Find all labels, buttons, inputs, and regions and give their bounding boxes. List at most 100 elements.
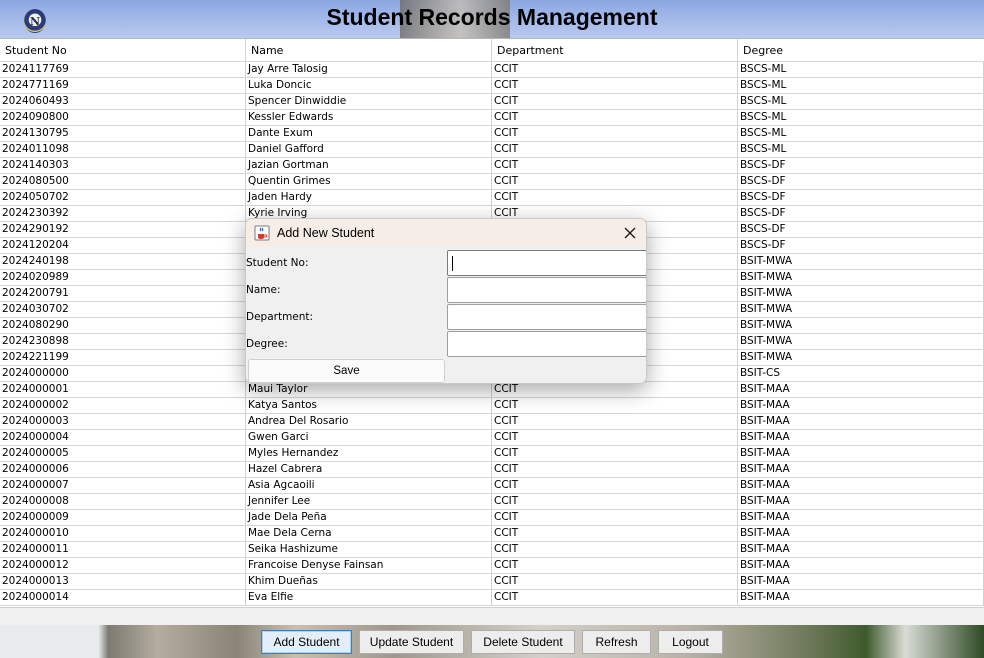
name-cell[interactable]: Daniel Gafford: [246, 142, 492, 157]
name-cell[interactable]: Asia Agcaoili: [246, 478, 492, 493]
name-cell[interactable]: Francoise Denyse Fainsan: [246, 558, 492, 573]
student-no-cell[interactable]: 2024771169: [0, 78, 246, 93]
student-no-cell[interactable]: 2024000009: [0, 510, 246, 525]
column-header-department[interactable]: Department: [492, 39, 738, 62]
name-cell[interactable]: Andrea Del Rosario: [246, 414, 492, 429]
department-cell[interactable]: CCIT: [492, 558, 738, 573]
table-row[interactable]: 2024011098 Daniel Gafford CCIT BSCS-ML: [0, 142, 984, 158]
table-row[interactable]: 2024000005 Myles Hernandez CCIT BSIT-MAA: [0, 446, 984, 462]
table-row[interactable]: 2024090800 Kessler Edwards CCIT BSCS-ML: [0, 110, 984, 126]
table-row[interactable]: 2024000001 Maui Taylor CCIT BSIT-MAA: [0, 382, 984, 398]
student-no-cell[interactable]: 2024090800: [0, 110, 246, 125]
degree-cell[interactable]: BSCS-DF: [738, 158, 984, 173]
name-cell[interactable]: Khim Dueñas: [246, 574, 492, 589]
degree-cell[interactable]: BSIT-MWA: [738, 270, 984, 285]
degree-cell[interactable]: BSCS-ML: [738, 110, 984, 125]
name-cell[interactable]: Gwen Garci: [246, 430, 492, 445]
degree-cell[interactable]: BSIT-MAA: [738, 430, 984, 445]
degree-cell[interactable]: BSIT-CS: [738, 366, 984, 381]
student-no-cell[interactable]: 2024020989: [0, 270, 246, 285]
student-no-cell[interactable]: 2024000011: [0, 542, 246, 557]
student-no-cell[interactable]: 2024080500: [0, 174, 246, 189]
table-row[interactable]: 2024000014 Eva Elfie CCIT BSIT-MAA: [0, 590, 984, 606]
degree-cell[interactable]: BSIT-MWA: [738, 302, 984, 317]
student-no-cell[interactable]: 2024130795: [0, 126, 246, 141]
department-cell[interactable]: CCIT: [492, 142, 738, 157]
column-header-name[interactable]: Name: [246, 39, 492, 62]
table-row[interactable]: 2024000009 Jade Dela Peña CCIT BSIT-MAA: [0, 510, 984, 526]
add-student-button[interactable]: Add Student: [261, 630, 352, 654]
degree-cell[interactable]: BSIT-MAA: [738, 382, 984, 397]
refresh-button[interactable]: Refresh: [582, 630, 651, 654]
department-cell[interactable]: CCIT: [492, 126, 738, 141]
student-no-cell[interactable]: 2024000001: [0, 382, 246, 397]
name-cell[interactable]: Kessler Edwards: [246, 110, 492, 125]
degree-cell[interactable]: BSIT-MAA: [738, 494, 984, 509]
table-row[interactable]: 2024000007 Asia Agcaoili CCIT BSIT-MAA: [0, 478, 984, 494]
student-no-cell[interactable]: 2024000007: [0, 478, 246, 493]
student-no-cell[interactable]: 2024290192: [0, 222, 246, 237]
department-cell[interactable]: CCIT: [492, 494, 738, 509]
table-row[interactable]: 2024771169 Luka Doncic CCIT BSCS-ML: [0, 78, 984, 94]
department-cell[interactable]: CCIT: [492, 526, 738, 541]
table-row[interactable]: 2024060493 Spencer Dinwiddie CCIT BSCS-ML: [0, 94, 984, 110]
table-row[interactable]: 2024000006 Hazel Cabrera CCIT BSIT-MAA: [0, 462, 984, 478]
degree-cell[interactable]: BSIT-MAA: [738, 542, 984, 557]
degree-cell[interactable]: BSCS-ML: [738, 94, 984, 109]
name-cell[interactable]: Myles Hernandez: [246, 446, 492, 461]
horizontal-scrollbar[interactable]: [0, 607, 984, 625]
student-no-cell[interactable]: 2024000006: [0, 462, 246, 477]
department-cell[interactable]: CCIT: [492, 510, 738, 525]
table-row[interactable]: 2024000004 Gwen Garci CCIT BSIT-MAA: [0, 430, 984, 446]
name-cell[interactable]: Jade Dela Peña: [246, 510, 492, 525]
close-icon[interactable]: [622, 225, 638, 241]
degree-cell[interactable]: BSIT-MWA: [738, 350, 984, 365]
degree-cell[interactable]: BSCS-DF: [738, 190, 984, 205]
degree-cell[interactable]: BSCS-ML: [738, 142, 984, 157]
degree-cell[interactable]: BSIT-MAA: [738, 446, 984, 461]
student-no-cell[interactable]: 2024000002: [0, 398, 246, 413]
degree-cell[interactable]: BSIT-MWA: [738, 286, 984, 301]
department-cell[interactable]: CCIT: [492, 382, 738, 397]
degree-cell[interactable]: BSIT-MAA: [738, 574, 984, 589]
student-no-cell[interactable]: 2024030702: [0, 302, 246, 317]
table-row[interactable]: 2024000002 Katya Santos CCIT BSIT-MAA: [0, 398, 984, 414]
table-row[interactable]: 2024000003 Andrea Del Rosario CCIT BSIT-MAA: [0, 414, 984, 430]
student-no-cell[interactable]: 2024000000: [0, 366, 246, 381]
student-no-cell[interactable]: 2024120204: [0, 238, 246, 253]
student-no-cell[interactable]: 2024221199: [0, 350, 246, 365]
student-no-cell[interactable]: 2024000010: [0, 526, 246, 541]
department-cell[interactable]: CCIT: [492, 574, 738, 589]
student-no-cell[interactable]: 2024050702: [0, 190, 246, 205]
department-cell[interactable]: CCIT: [492, 62, 738, 77]
table-row[interactable]: 2024000011 Seika Hashizume CCIT BSIT-MAA: [0, 542, 984, 558]
student-no-cell[interactable]: 2024140303: [0, 158, 246, 173]
table-row[interactable]: 2024000008 Jennifer Lee CCIT BSIT-MAA: [0, 494, 984, 510]
department-cell[interactable]: CCIT: [492, 542, 738, 557]
student-no-cell[interactable]: 2024011098: [0, 142, 246, 157]
department-input[interactable]: [447, 304, 646, 330]
department-cell[interactable]: CCIT: [492, 78, 738, 93]
name-cell[interactable]: Luka Doncic: [246, 78, 492, 93]
student-no-input[interactable]: [447, 250, 646, 276]
department-cell[interactable]: CCIT: [492, 158, 738, 173]
department-cell[interactable]: CCIT: [492, 110, 738, 125]
degree-cell[interactable]: BSIT-MWA: [738, 334, 984, 349]
degree-cell[interactable]: BSCS-DF: [738, 222, 984, 237]
student-no-cell[interactable]: 2024117769: [0, 62, 246, 77]
degree-cell[interactable]: BSCS-ML: [738, 62, 984, 77]
student-no-cell[interactable]: 2024200791: [0, 286, 246, 301]
department-cell[interactable]: CCIT: [492, 478, 738, 493]
department-cell[interactable]: CCIT: [492, 190, 738, 205]
degree-cell[interactable]: BSIT-MAA: [738, 526, 984, 541]
name-cell[interactable]: Quentin Grimes: [246, 174, 492, 189]
table-row[interactable]: 2024000012 Francoise Denyse Fainsan CCIT BS…: [0, 558, 984, 574]
name-cell[interactable]: Jay Arre Talosig: [246, 62, 492, 77]
table-row[interactable]: 2024050702 Jaden Hardy CCIT BSCS-DF: [0, 190, 984, 206]
name-cell[interactable]: Hazel Cabrera: [246, 462, 492, 477]
table-row[interactable]: 2024130795 Dante Exum CCIT BSCS-ML: [0, 126, 984, 142]
degree-cell[interactable]: BSCS-DF: [738, 174, 984, 189]
name-cell[interactable]: Mae Dela Cerna: [246, 526, 492, 541]
degree-cell[interactable]: BSIT-MAA: [738, 478, 984, 493]
table-row[interactable]: 2024117769 Jay Arre Talosig CCIT BSCS-ML: [0, 62, 984, 78]
